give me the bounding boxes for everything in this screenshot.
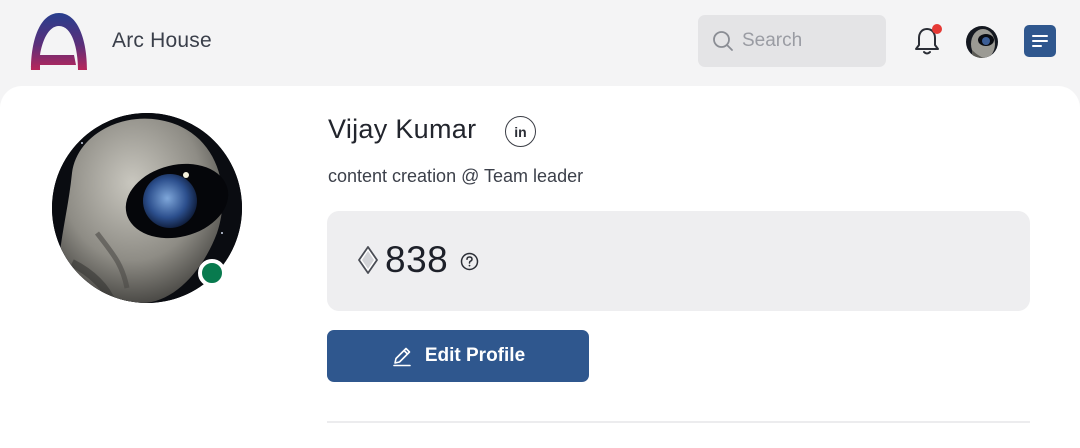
edit-profile-label: Edit Profile — [424, 345, 526, 366]
linkedin-link-icon[interactable]: in — [505, 116, 536, 147]
app-title: Arc House — [112, 29, 212, 52]
user-avatar-small[interactable] — [966, 26, 998, 58]
notification-dot — [932, 24, 942, 34]
points-panel: 838 — [327, 211, 1030, 311]
arc-house-logo-icon[interactable] — [28, 10, 90, 72]
edit-profile-button[interactable]: Edit Profile — [327, 330, 589, 382]
top-bar: Arc House Search — [0, 0, 1080, 86]
help-icon[interactable] — [460, 252, 479, 271]
online-status-indicator — [198, 259, 226, 287]
profile-role: content creation @ Team leader — [328, 166, 584, 186]
profile-name: Vijay Kumar — [328, 114, 477, 144]
notifications-button[interactable] — [912, 24, 942, 57]
points-value: 838 — [385, 239, 449, 280]
diamond-icon — [358, 246, 378, 274]
pencil-icon — [393, 347, 411, 367]
menu-button[interactable] — [1024, 25, 1056, 57]
search-placeholder: Search — [742, 30, 803, 51]
search-icon — [713, 31, 733, 51]
menu-icon — [1032, 35, 1048, 47]
section-divider — [327, 421, 1030, 423]
search-input[interactable]: Search — [698, 15, 886, 67]
